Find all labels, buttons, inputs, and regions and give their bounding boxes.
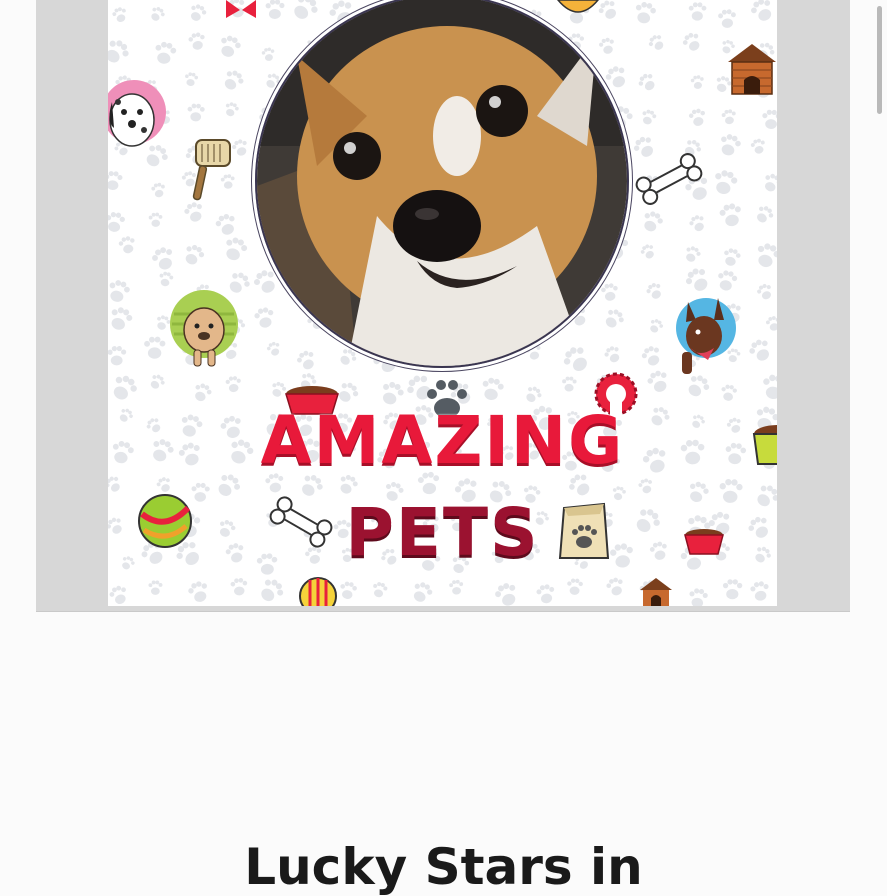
- doberman-icon: [676, 298, 736, 374]
- bow-icon-top: [226, 0, 256, 18]
- post-image-frame[interactable]: AMAZING PETS: [36, 0, 850, 612]
- dog-house-icon: [728, 44, 776, 95]
- bone-icon: [635, 153, 703, 205]
- dog-house-icon-2: [640, 578, 672, 606]
- post-caption: Lucky Stars in: [244, 838, 643, 896]
- ball-icon-top: [557, 0, 599, 13]
- scrollbar-thumb[interactable]: [877, 6, 882, 114]
- ball-icon-2: [299, 577, 337, 606]
- brush-icon: [192, 139, 231, 201]
- brand-title-pets: PETS: [345, 494, 540, 571]
- dalmatian-icon: [108, 80, 166, 147]
- post-image[interactable]: AMAZING PETS: [108, 0, 777, 606]
- pug-icon: [170, 290, 238, 367]
- brand-title-amazing: AMAZING: [260, 402, 625, 479]
- dog-photo: [255, 0, 629, 368]
